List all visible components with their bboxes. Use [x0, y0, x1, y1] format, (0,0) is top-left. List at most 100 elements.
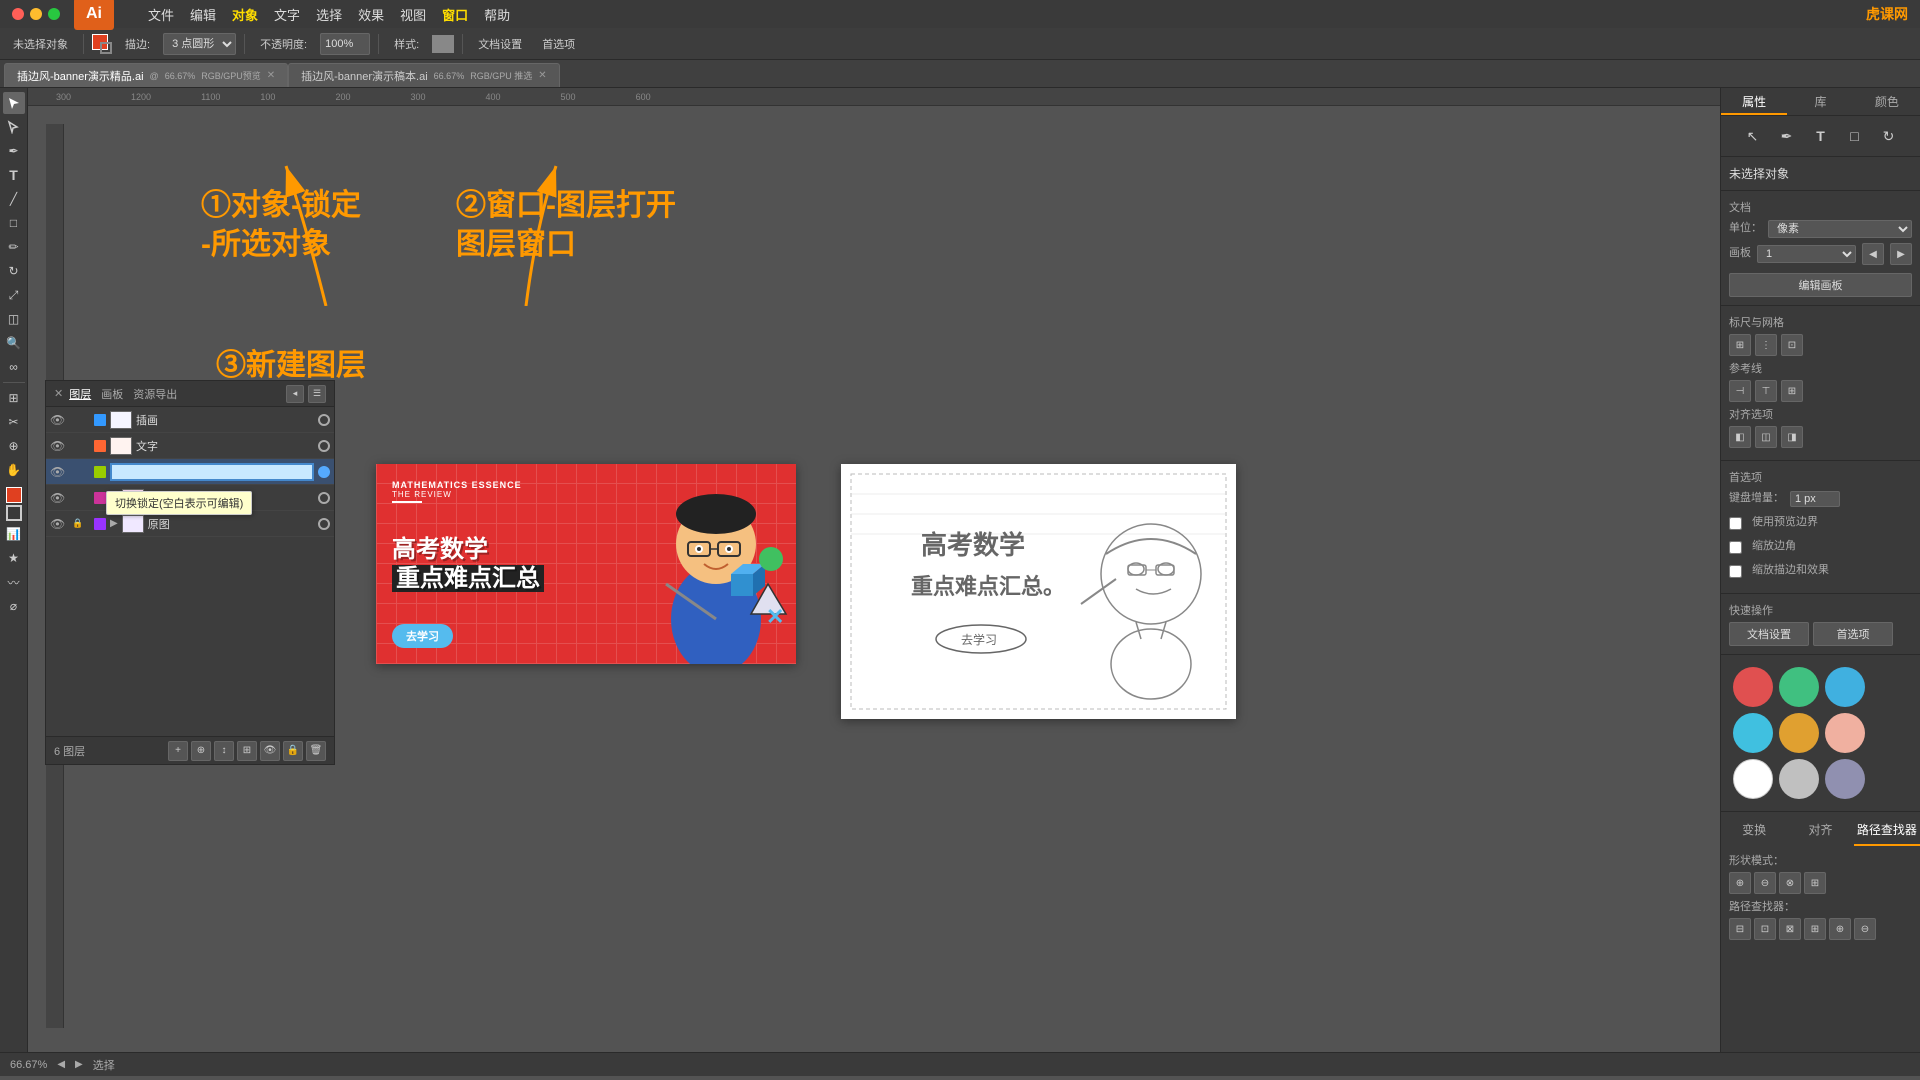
layer-expand-original[interactable]: ▶ [110, 518, 118, 529]
menu-effect[interactable]: 效果 [358, 5, 384, 24]
artboard-next[interactable]: ▶ [1890, 243, 1912, 265]
edit-artboard-button[interactable]: 编辑画板 [1729, 273, 1912, 297]
artboard-select[interactable]: 1 [1757, 245, 1856, 263]
layer-target-text[interactable] [318, 440, 330, 452]
slice-tool[interactable]: ✂ [3, 411, 25, 433]
layer-target-editing[interactable] [318, 466, 330, 478]
new-layer-button[interactable]: + [168, 741, 188, 761]
scale-tool[interactable]: ⤢ [3, 284, 25, 306]
menu-bar[interactable]: 文件 编辑 对象 文字 选择 效果 视图 窗口 帮助 [148, 5, 510, 24]
chart-tool[interactable]: 📊 [3, 523, 25, 545]
ruler-grid-row[interactable]: ⊞ ⋮ ⊡ [1729, 334, 1912, 356]
symbol-tool[interactable]: ★ [3, 547, 25, 569]
grid-btn[interactable]: ⋮ [1755, 334, 1777, 356]
doc-settings-button[interactable]: 文档设置 [471, 32, 529, 56]
menu-window[interactable]: 窗口 [442, 5, 468, 24]
align-center-btn[interactable]: ◫ [1755, 426, 1777, 448]
preferences-button[interactable]: 首选项 [535, 32, 582, 56]
line-tool[interactable]: ╱ [3, 188, 25, 210]
layers-close-icon[interactable]: ✕ [54, 387, 63, 400]
delete-layer-button[interactable]: 🗑 [306, 741, 326, 761]
layer-row-illustration[interactable]: 👁 插画 [46, 407, 334, 433]
zoom-tool[interactable]: ⊕ [3, 435, 25, 457]
align-row[interactable]: ◧ ◫ ◨ [1729, 426, 1912, 448]
show-hide-button[interactable]: 👁 [260, 741, 280, 761]
direct-select-tool[interactable] [3, 116, 25, 138]
close-button[interactable] [12, 8, 24, 20]
guide-h-btn[interactable]: ⊣ [1729, 380, 1751, 402]
layer-eye-colors[interactable]: 👁 [50, 491, 68, 505]
swatch-salmon[interactable] [1825, 713, 1865, 753]
swatch-cyan[interactable] [1825, 667, 1865, 707]
round-corners-check[interactable] [1729, 541, 1742, 554]
quick-doc-settings-button[interactable]: 文档设置 [1729, 622, 1809, 646]
artboard-tool[interactable]: ⊞ [3, 387, 25, 409]
layer-lock-original[interactable]: 🔒 [72, 518, 90, 529]
align-right-btn[interactable]: ◨ [1781, 426, 1803, 448]
swatch-red[interactable] [1733, 667, 1773, 707]
crop-btn[interactable]: ⊞ [1804, 918, 1826, 940]
swatch-gray[interactable] [1779, 759, 1819, 799]
stroke-select[interactable]: 3 点圆形 [163, 33, 236, 55]
layer-eye-editing[interactable]: 👁 [50, 465, 68, 479]
align-tab[interactable]: 对齐 [1787, 816, 1853, 846]
rp-icon-rotate[interactable]: ↻ [1875, 122, 1903, 150]
rp-icon-pen[interactable]: ✒ [1773, 122, 1801, 150]
layer-row-text[interactable]: 👁 文字 [46, 433, 334, 459]
tab-1-close[interactable]: ✕ [267, 70, 275, 81]
knife-tool[interactable]: ⌀ [3, 595, 25, 617]
asset-export-tab[interactable]: 资源导出 [133, 386, 177, 402]
menu-view[interactable]: 视图 [400, 5, 426, 24]
window-controls[interactable] [12, 8, 60, 20]
type-tool[interactable]: T [3, 164, 25, 186]
layer-eye-illustration[interactable]: 👁 [50, 413, 68, 427]
menu-object[interactable]: 对象 [232, 5, 258, 24]
layers-tab[interactable]: 图层 [69, 386, 91, 402]
bottom-panel-tabs[interactable]: 变换 对齐 路径查找器 [1721, 816, 1920, 846]
menu-file[interactable]: 文件 [148, 5, 174, 24]
menu-edit[interactable]: 编辑 [190, 5, 216, 24]
properties-tab[interactable]: 属性 [1721, 88, 1787, 115]
layer-target-illustration[interactable] [318, 414, 330, 426]
layers-menu-btn[interactable]: ☰ [308, 385, 326, 403]
rotate-tool[interactable]: ↻ [3, 260, 25, 282]
ruler-btn[interactable]: ⊞ [1729, 334, 1751, 356]
layer-row-editing[interactable]: 👁 [46, 459, 334, 485]
blend-tool[interactable]: ∞ [3, 356, 25, 378]
unit-select[interactable]: 像素 [1768, 220, 1912, 238]
stroke-color[interactable] [6, 505, 22, 521]
lock-button[interactable]: 🔒 [283, 741, 303, 761]
quick-preferences-button[interactable]: 首选项 [1813, 622, 1893, 646]
eyedropper-tool[interactable]: 🔍 [3, 332, 25, 354]
swatch-green[interactable] [1779, 667, 1819, 707]
minus-btn[interactable]: ⊖ [1754, 872, 1776, 894]
intersect-btn[interactable]: ⊗ [1779, 872, 1801, 894]
rect-tool[interactable]: □ [3, 212, 25, 234]
pen-tool[interactable]: ✒ [3, 140, 25, 162]
tab-2[interactable]: 插边风-banner演示稿本.ai 66.67% RGB/GPU 推选 ✕ [288, 63, 559, 87]
menu-select[interactable]: 选择 [316, 5, 342, 24]
menu-help[interactable]: 帮助 [484, 5, 510, 24]
rp-icon-text[interactable]: T [1807, 122, 1835, 150]
fill-color-box[interactable] [92, 34, 112, 54]
maximize-button[interactable] [48, 8, 60, 20]
right-panel-tabs[interactable]: 属性 库 颜色 [1721, 88, 1920, 116]
outline-btn[interactable]: ⊕ [1829, 918, 1851, 940]
warp-tool[interactable]: 〰 [3, 571, 25, 593]
gradient-tool[interactable]: ◫ [3, 308, 25, 330]
layer-name-editing-input[interactable] [110, 463, 314, 481]
guides-row[interactable]: ⊣ ⊤ ⊞ [1729, 380, 1912, 402]
zoom-increase[interactable]: ▶ [75, 1059, 83, 1070]
exclude-btn[interactable]: ⊞ [1804, 872, 1826, 894]
merge-btn[interactable]: ⊠ [1779, 918, 1801, 940]
swatch-white[interactable] [1733, 759, 1773, 799]
align-left-btn[interactable]: ◧ [1729, 426, 1751, 448]
artboards-tab[interactable]: 画板 [101, 386, 123, 402]
layer-target-original[interactable] [318, 518, 330, 530]
zoom-decrease[interactable]: ◀ [57, 1059, 65, 1070]
pathfinder-tab[interactable]: 路径查找器 [1854, 816, 1920, 846]
layer-eye-original[interactable]: 👁 [50, 517, 68, 531]
brush-tool[interactable]: ✏ [3, 236, 25, 258]
preview-bounds-check[interactable] [1729, 517, 1742, 530]
layers-panel-tabs[interactable]: 图层 画板 资源导出 [69, 386, 177, 402]
